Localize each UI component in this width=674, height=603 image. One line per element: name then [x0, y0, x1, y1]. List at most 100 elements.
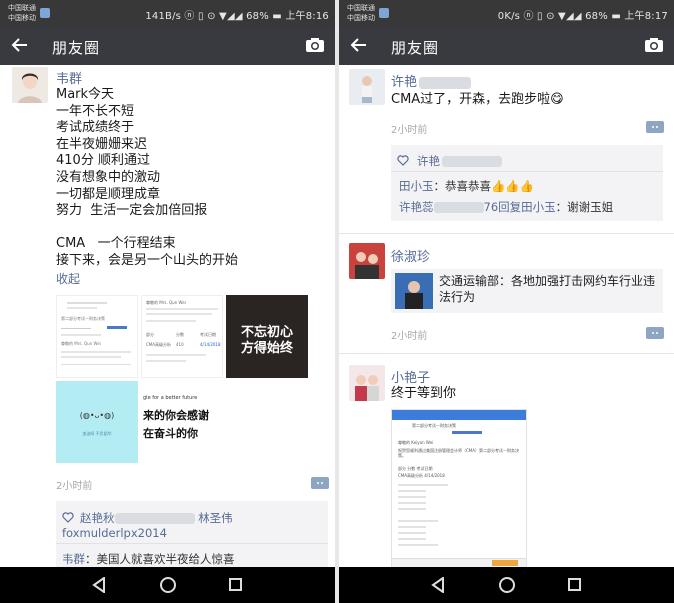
status-bar: 中国联通 中国移动 141B/s ⓝ ▯ ⊙ ▼◢◢ 68% ▬ 上午8:16 — [0, 0, 335, 27]
doc-b-name: 尊敬的 Mrs. Qun Wei — [146, 300, 186, 305]
table-head-date: 考试日期 — [200, 332, 216, 337]
comment-row[interactable]: 田小玉：恭喜恭喜👍👍👍 — [399, 178, 534, 194]
post-text: CMA过了，开森，去跑步啦😋 — [391, 92, 564, 107]
likes-divider — [56, 543, 328, 544]
nav-home-icon[interactable] — [499, 577, 515, 593]
carrier-label: 中国联通 中国移动 — [347, 3, 375, 23]
nav-recent-icon[interactable] — [568, 578, 581, 591]
comment-text: ：恭喜恭喜👍👍👍 — [433, 179, 534, 193]
liker-name-2[interactable]: 林圣伟 — [198, 511, 233, 525]
post-divider — [339, 353, 674, 354]
moments-feed: 韦群 Mark今天 一年不长不短 考试成绩终于 在半夜姗姗来迟 410分 顺利通… — [0, 65, 335, 567]
status-right: 141B/s ⓝ ▯ ⊙ ▼◢◢ 68% ▬ 上午8:16 — [145, 11, 329, 22]
post-image-certificate[interactable]: 第二部分考试—财务决策 尊敬的 Mrs. Qun Wei — [56, 295, 138, 378]
heart-icon — [62, 512, 74, 523]
quote-line-2: 方得始终 — [240, 341, 293, 356]
title-bar: 朋友圈 — [0, 27, 335, 65]
left-phone-screen: 中国联通 中国移动 141B/s ⓝ ▯ ⊙ ▼◢◢ 68% ▬ 上午8:16 … — [0, 0, 335, 603]
shared-link-title: 交通运输部：各地加强打击网约车行业违法行为 — [439, 274, 656, 304]
post-image-screenshot[interactable]: 第二部分考试—财务决策 尊敬的 Keiyan Wei 祝贺您顺利通过美国注册管理… — [391, 409, 527, 567]
liker-name[interactable]: 赵艳秋 — [80, 511, 115, 525]
comment-text: ：美国人就喜欢半夜给人惊喜 — [85, 552, 235, 566]
carrier-2: 中国移动 — [8, 14, 36, 22]
notification-icon — [379, 8, 389, 18]
avatar[interactable] — [349, 243, 385, 279]
post-author[interactable]: 徐淑珍 — [391, 246, 430, 265]
quote-line-1: 不忘初心 — [240, 325, 293, 340]
carrier-1: 中国联通 — [347, 4, 375, 12]
comment-author[interactable]: 田小玉 — [399, 179, 434, 193]
nav-home-icon[interactable] — [160, 577, 176, 593]
post-text: Mark今天 一年不长不短 考试成绩终于 在半夜姗姗来迟 410分 顺利通过 没… — [56, 87, 239, 268]
avatar[interactable] — [349, 365, 385, 401]
notification-icon — [40, 8, 50, 18]
post-time: 2小时前 — [391, 125, 428, 136]
screenshot-line-4: CMA高级分析 4/14/2018 — [398, 473, 445, 478]
redacted-names — [114, 513, 195, 524]
likes-comments-box: 许艳 田小玉：恭喜恭喜👍👍👍 许艳蕊 76回复田小玉：谢谢玉姐 — [391, 145, 663, 221]
right-phone-screen: 中国联通 中国移动 0K/s ⓝ ▯ ⊙ ▼◢◢ 68% ▬ 上午8:17 朋友… — [339, 0, 674, 603]
screenshot-line-1: 尊敬的 Keiyan Wei — [398, 440, 434, 445]
post-author[interactable]: 许艳 — [391, 71, 472, 90]
comment-row[interactable]: 许艳蕊 76回复田小玉：谢谢玉姐 — [399, 199, 613, 215]
more-actions-button[interactable] — [311, 477, 329, 489]
system-nav-bar — [0, 567, 335, 603]
calli-top: gle for a better future — [143, 395, 198, 401]
post-image-calligraphy[interactable]: gle for a better future 来的你会感谢 在奋斗的你 — [141, 381, 223, 463]
comment-author[interactable]: 许艳蕊 — [399, 200, 434, 214]
post-image-cyan[interactable]: (◍•ᴗ•◍) 加油呀 不负韶华 — [56, 381, 138, 463]
cyan-face: (◍•ᴗ•◍) — [79, 411, 115, 420]
camera-icon — [306, 38, 324, 52]
arrow-left-icon — [11, 38, 27, 52]
camera-icon — [645, 38, 663, 52]
doc-name: 尊敬的 Mrs. Qun Wei — [61, 341, 101, 346]
camera-button[interactable] — [644, 37, 664, 53]
calli-line-1: 来的你会感谢 — [143, 409, 209, 422]
collapse-link[interactable]: 收起 — [56, 270, 80, 287]
shared-link-card[interactable]: 交通运输部：各地加强打击网约车行业违法行为 — [391, 269, 663, 313]
cyan-caption: 加油呀 不负韶华 — [82, 431, 112, 436]
screenshot-line-3: 部分 分数 考试日期 — [398, 466, 433, 471]
back-button[interactable] — [349, 35, 373, 57]
page-title: 朋友圈 — [391, 39, 440, 57]
avatar[interactable] — [349, 69, 385, 105]
avatar[interactable] — [12, 67, 48, 103]
status-right: 0K/s ⓝ ▯ ⊙ ▼◢◢ 68% ▬ 上午8:17 — [497, 11, 668, 22]
table-head-part: 部分 — [146, 332, 154, 337]
post-time: 2小时前 — [56, 481, 93, 492]
arrow-left-icon — [350, 38, 366, 52]
nav-back-icon[interactable] — [431, 577, 445, 593]
comment-row[interactable]: 韦群：美国人就喜欢半夜给人惊喜 — [62, 551, 235, 567]
post-image-score-report[interactable]: 尊敬的 Mrs. Qun Wei 部分 分数 考试日期 CMA高级分析 410 … — [141, 295, 223, 378]
table-row-score: 410 — [176, 342, 184, 347]
post-author[interactable]: 韦群 — [56, 68, 82, 87]
comment-text: ：谢谢玉姐 — [555, 200, 614, 214]
redacted-name — [433, 202, 484, 213]
screenshot-header: 第二部分考试—财务决策 — [412, 423, 456, 428]
table-head-score: 分数 — [176, 332, 184, 337]
nav-back-icon[interactable] — [92, 577, 106, 593]
liker-name[interactable]: 许艳 — [417, 154, 440, 168]
carrier-1: 中国联通 — [8, 4, 36, 12]
nav-recent-icon[interactable] — [229, 578, 242, 591]
more-actions-button[interactable] — [646, 327, 664, 339]
post-image-quote[interactable]: 不忘初心 方得始终 — [226, 295, 308, 378]
likes-list: 许艳 — [417, 153, 502, 169]
post-text: 终于等到你 — [391, 386, 457, 401]
table-row-date: 4/14/2018 — [200, 342, 221, 347]
liker-name-3[interactable]: foxmulderlpx2014 — [62, 526, 167, 540]
redacted-name — [419, 76, 472, 89]
post-author[interactable]: 小艳子 — [391, 367, 430, 386]
shared-link-thumbnail — [395, 273, 433, 309]
redacted-name — [442, 156, 502, 167]
title-bar: 朋友圈 — [339, 27, 674, 65]
system-nav-bar — [339, 567, 674, 603]
camera-button[interactable] — [305, 37, 325, 53]
comment-reply-target[interactable]: 田小玉 — [521, 200, 556, 214]
page-title: 朋友圈 — [52, 39, 101, 57]
post-divider — [339, 233, 674, 234]
more-actions-button[interactable] — [646, 121, 664, 133]
back-button[interactable] — [10, 35, 34, 57]
comment-author[interactable]: 韦群 — [62, 552, 85, 566]
likes-divider — [391, 171, 663, 172]
